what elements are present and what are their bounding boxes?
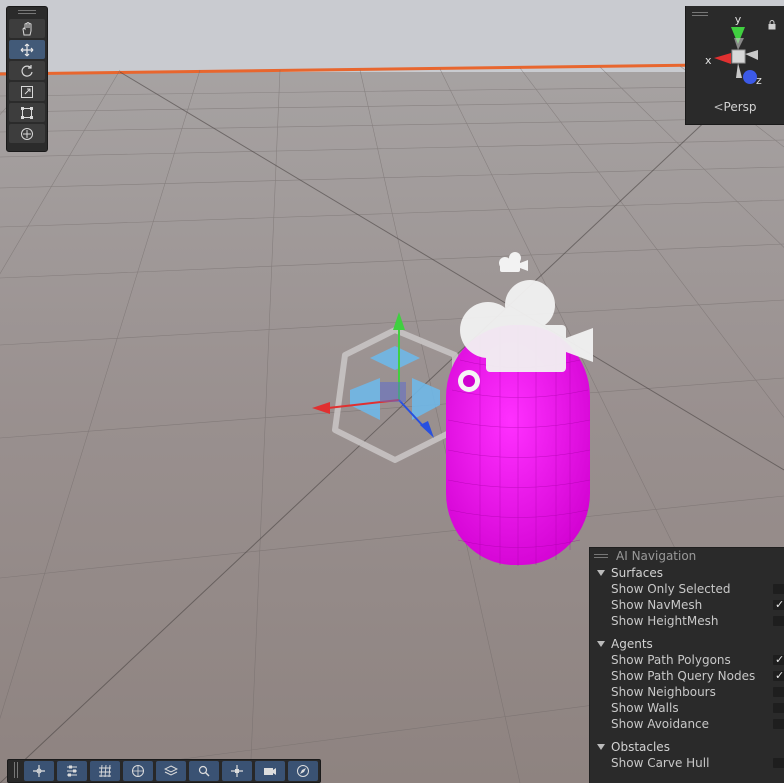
checkbox-checked[interactable]: ✓: [773, 670, 784, 681]
overlay-button-pivot[interactable]: [222, 761, 252, 781]
toolbar-grip[interactable]: [11, 762, 21, 780]
section-label: Agents: [611, 637, 653, 651]
option-show-walls[interactable]: Show Walls: [590, 700, 784, 716]
section-label: Obstacles: [611, 740, 670, 754]
option-show-neighbours[interactable]: Show Neighbours: [590, 684, 784, 700]
option-label: Show Only Selected: [611, 582, 731, 596]
rect-transform-icon: [21, 106, 33, 119]
overlay-button-search[interactable]: [189, 761, 219, 781]
option-label: Show Neighbours: [611, 685, 716, 699]
checkbox[interactable]: [773, 687, 784, 697]
foldout-arrow-icon[interactable]: [597, 570, 605, 576]
option-label: Show Carve Hull: [611, 756, 710, 770]
search-icon: [198, 765, 210, 777]
option-label: Show HeightMesh: [611, 614, 719, 628]
overlay-button-compass[interactable]: [288, 761, 318, 781]
option-show-navmesh[interactable]: Show NavMesh ✓: [590, 597, 784, 613]
option-show-path-polygons[interactable]: Show Path Polygons ✓: [590, 652, 784, 668]
move-tool[interactable]: [9, 40, 45, 59]
grid-icon: [99, 764, 111, 778]
scale-icon: [21, 85, 33, 98]
move-icon: [20, 43, 34, 56]
checkbox-checked[interactable]: ✓: [773, 599, 784, 610]
ai-navigation-title: AI Navigation: [616, 549, 697, 563]
section-agents[interactable]: Agents: [590, 636, 784, 652]
projection-toggle[interactable]: <Persp: [686, 100, 784, 114]
section-surfaces[interactable]: Surfaces: [590, 565, 784, 581]
sphere-icon: [132, 765, 144, 777]
projection-label: Persp: [723, 100, 757, 114]
section-obstacles[interactable]: Obstacles: [590, 739, 784, 755]
hand-tool[interactable]: [9, 19, 45, 38]
move-gizmo-icon: [33, 765, 45, 777]
rect-tool[interactable]: [9, 103, 45, 122]
checkbox[interactable]: [773, 584, 784, 594]
transform-toolbar: [6, 6, 48, 152]
option-show-only-selected[interactable]: Show Only Selected: [590, 581, 784, 597]
axis-cube[interactable]: y x z: [700, 14, 776, 90]
compass-icon: [297, 765, 309, 777]
scene-orientation-gizmo[interactable]: y x z <Persp: [685, 6, 784, 125]
checkbox-checked[interactable]: ✓: [773, 654, 784, 665]
rotate-icon: [21, 64, 33, 77]
transform-tool[interactable]: [9, 124, 45, 143]
option-label: Show Walls: [611, 701, 679, 715]
overlay-button-sphere[interactable]: [123, 761, 153, 781]
option-show-heightmesh[interactable]: Show HeightMesh: [590, 613, 784, 629]
ai-navigation-header[interactable]: AI Navigation: [590, 548, 784, 564]
checkbox[interactable]: [773, 719, 784, 729]
ai-navigation-overlay: AI Navigation Surfaces Show Only Selecte…: [589, 547, 784, 783]
option-label: Show Avoidance: [611, 717, 710, 731]
section-label: Surfaces: [611, 566, 663, 580]
toolbar-grip[interactable]: [7, 7, 47, 17]
checkbox[interactable]: [773, 703, 784, 713]
option-show-path-query-nodes[interactable]: Show Path Query Nodes ✓: [590, 668, 784, 684]
option-label: Show Path Polygons: [611, 653, 731, 667]
hand-icon: [22, 21, 32, 35]
x-axis-label: x: [705, 54, 712, 67]
pivot-icon: [231, 765, 243, 777]
overlay-button-layers[interactable]: [156, 761, 186, 781]
option-label: Show Path Query Nodes: [611, 669, 756, 683]
checkbox[interactable]: [773, 758, 784, 768]
option-show-avoidance[interactable]: Show Avoidance: [590, 716, 784, 732]
scale-tool[interactable]: [9, 82, 45, 101]
perspective-icon: <: [713, 100, 724, 114]
checkbox[interactable]: [773, 616, 784, 626]
z-cone[interactable]: [743, 70, 757, 84]
overlay-button-camera[interactable]: [255, 761, 285, 781]
overlay-toolbar: [7, 759, 321, 783]
sky: [0, 0, 784, 72]
overlay-button-move-gizmo[interactable]: [24, 761, 54, 781]
rotate-tool[interactable]: [9, 61, 45, 80]
x-cone[interactable]: [714, 53, 731, 64]
panel-grip-icon[interactable]: [594, 552, 608, 560]
center-cube[interactable]: [731, 49, 746, 64]
transform-icon: [21, 127, 33, 140]
overlay-button-sliders[interactable]: [57, 761, 87, 781]
option-show-carve-hull[interactable]: Show Carve Hull: [590, 755, 784, 771]
layers-icon: [164, 765, 178, 776]
foldout-arrow-icon[interactable]: [597, 744, 605, 750]
foldout-arrow-icon[interactable]: [597, 641, 605, 647]
camera-icon: [264, 768, 276, 775]
sliders-icon: [67, 765, 77, 777]
y-axis-label: y: [735, 14, 742, 26]
option-label: Show NavMesh: [611, 598, 703, 612]
audio-source-icon: [458, 370, 480, 392]
overlay-button-grid[interactable]: [90, 761, 120, 781]
